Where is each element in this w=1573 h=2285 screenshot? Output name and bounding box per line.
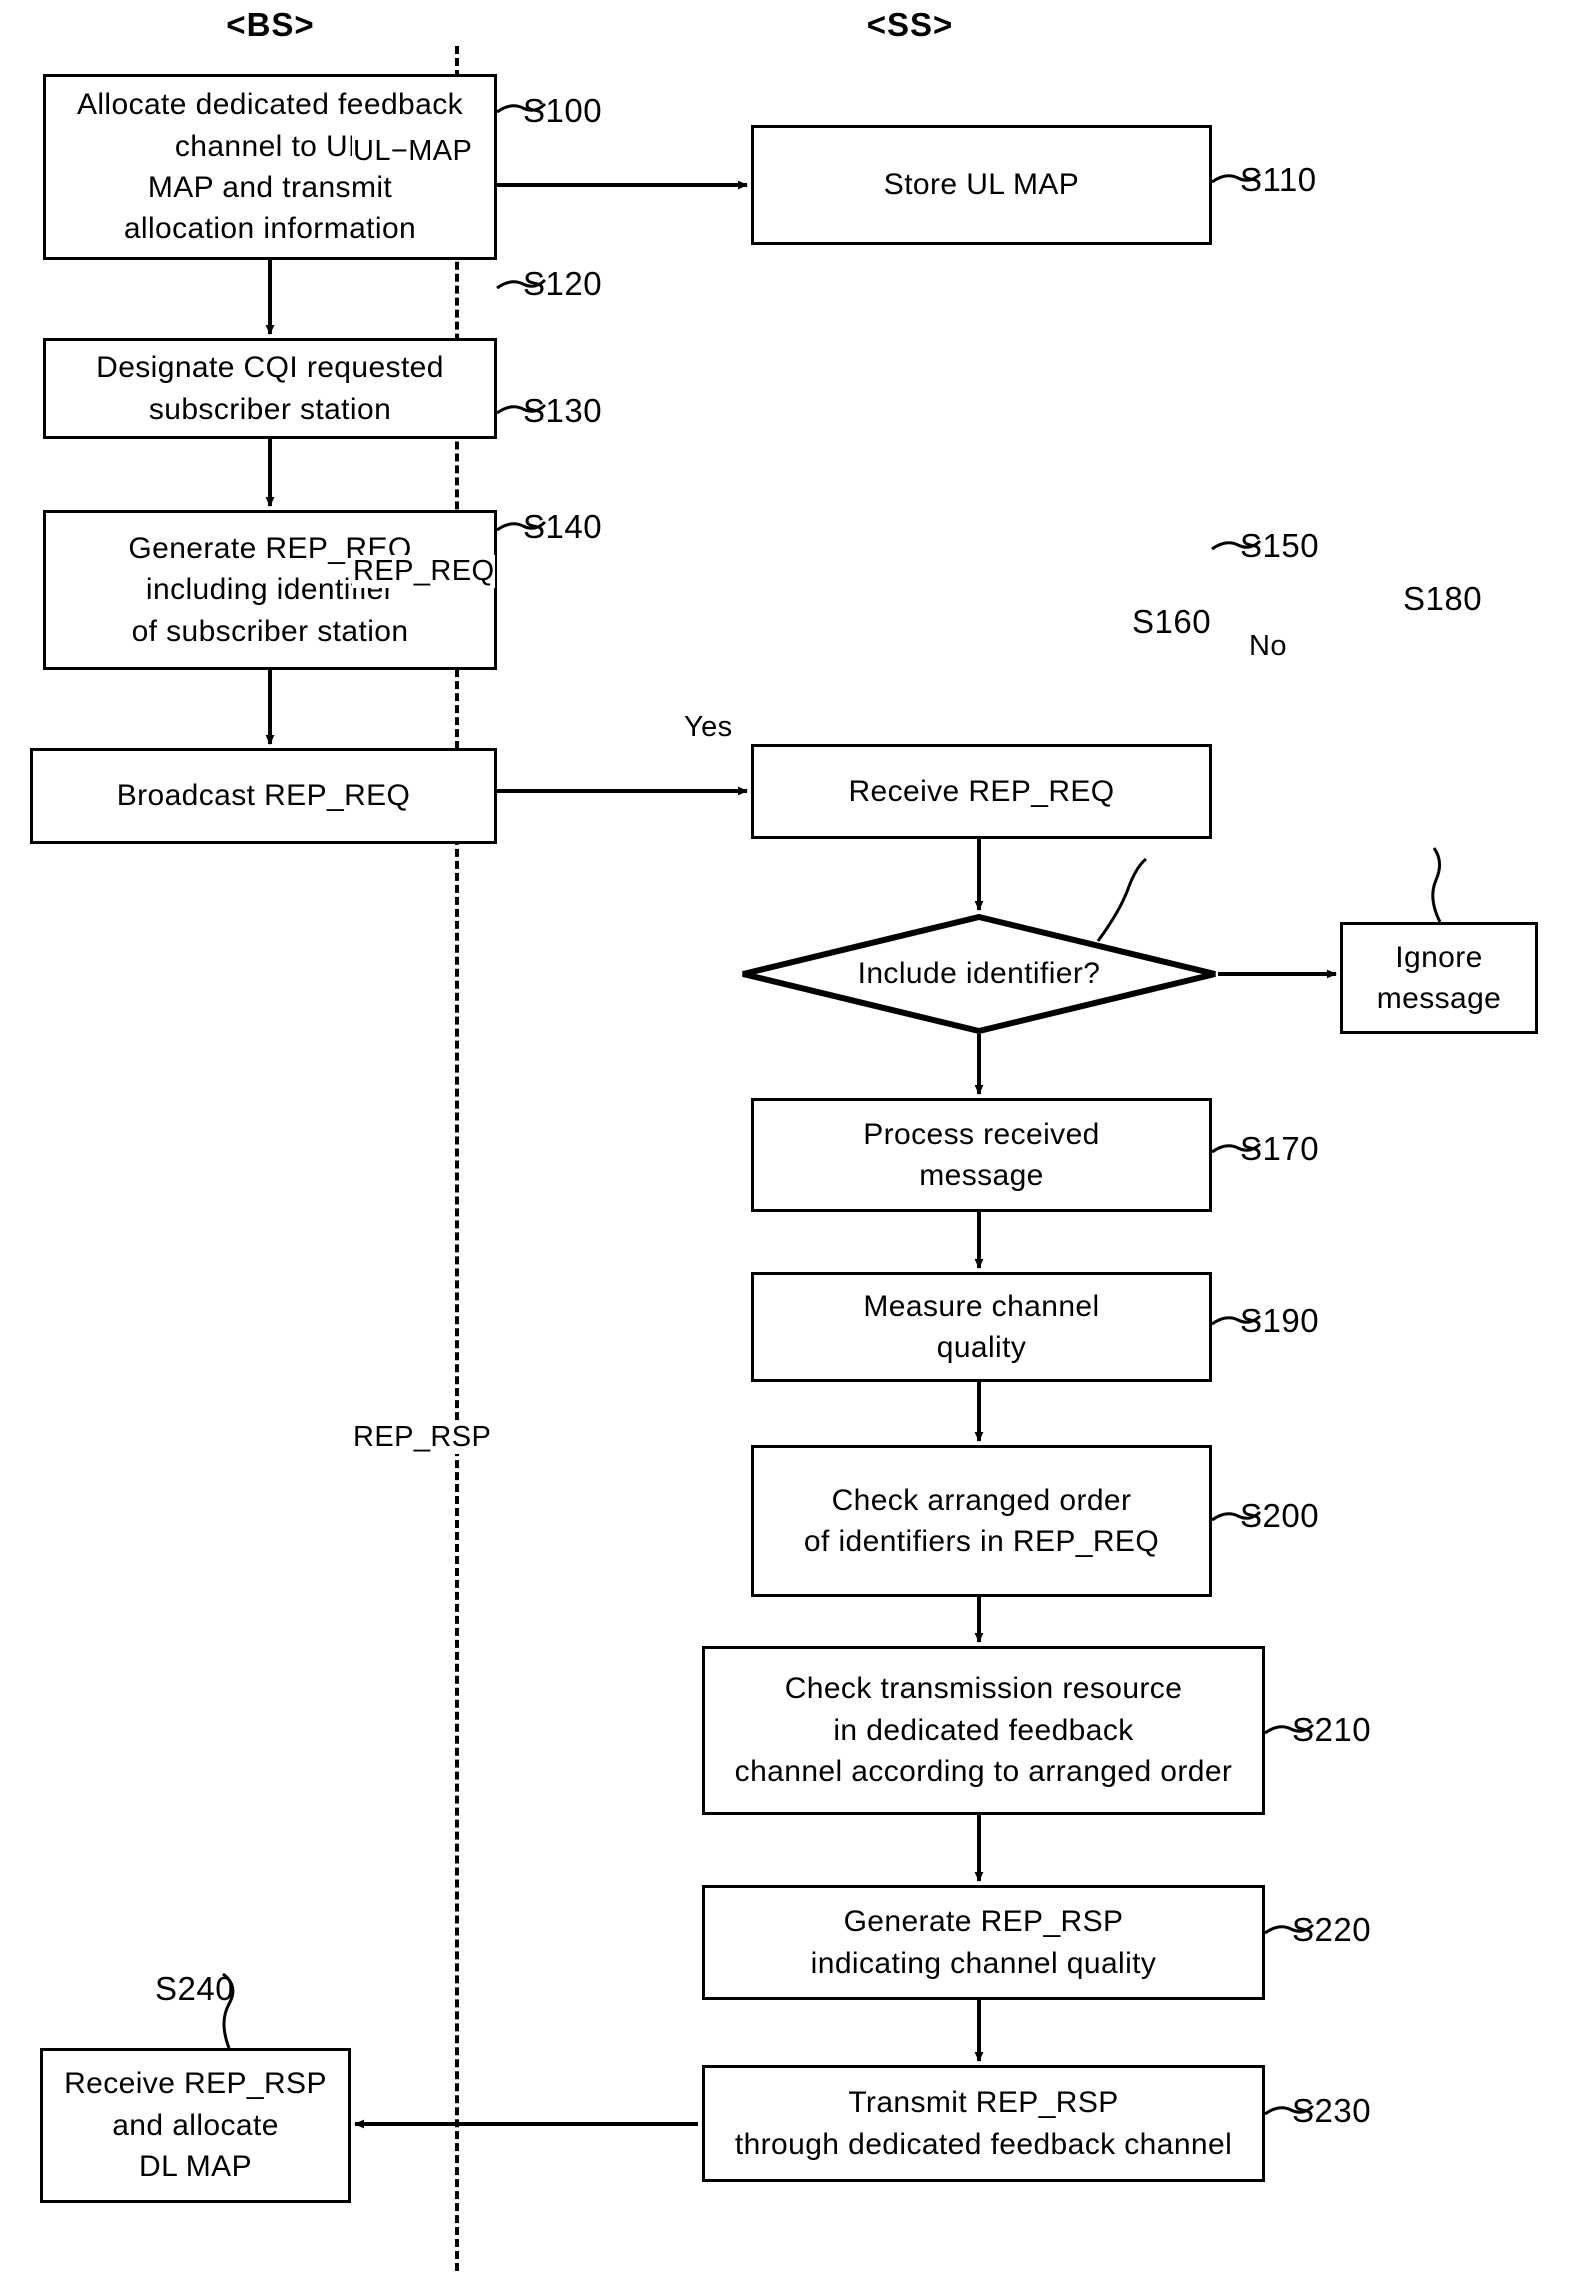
lane-label-ss: <SS> — [866, 6, 954, 43]
step-label-s200: S200 — [1240, 1497, 1320, 1534]
leader-s180 — [1431, 847, 1442, 923]
step-label-s230: S230 — [1292, 2092, 1372, 2129]
node-s190-label: Measure channel quality — [863, 1289, 1100, 1364]
step-label-s130: S130 — [523, 392, 603, 429]
node-s200[interactable]: Check arranged order of identifiers in R… — [751, 1445, 1212, 1597]
node-s210[interactable]: Check transmission resource in dedicated… — [702, 1646, 1265, 1815]
node-s150-label: Receive REP_REQ — [848, 774, 1115, 808]
node-s230[interactable]: Transmit REP_RSP through dedicated feedb… — [702, 2065, 1265, 2182]
step-label-s160: S160 — [1132, 603, 1212, 640]
node-s220[interactable]: Generate REP_RSP indicating channel qual… — [702, 1885, 1265, 2000]
node-s140-label: Broadcast REP_REQ — [116, 779, 411, 813]
step-label-s210: S210 — [1292, 1711, 1372, 1748]
node-s230-label: Transmit REP_RSP through dedicated feedb… — [734, 2086, 1233, 2161]
node-s120-label: Designate CQI requested subscriber stati… — [96, 351, 444, 426]
step-label-s100: S100 — [523, 92, 603, 129]
node-s160-label: Include identifier? — [857, 957, 1101, 990]
step-label-s140: S140 — [523, 508, 603, 545]
node-s120[interactable]: Designate CQI requested subscriber stati… — [43, 338, 497, 439]
step-label-s240: S240 — [155, 1970, 235, 2007]
step-label-s110: S110 — [1240, 161, 1317, 198]
step-label-s180: S180 — [1403, 580, 1483, 617]
node-s240[interactable]: Receive REP_RSP and allocate DL MAP — [40, 2048, 351, 2203]
node-s170[interactable]: Process received message — [751, 1098, 1212, 1212]
node-s200-label: Check arranged order of identifiers in R… — [803, 1483, 1160, 1558]
step-label-s170: S170 — [1240, 1130, 1320, 1167]
node-s150[interactable]: Receive REP_REQ — [751, 744, 1212, 839]
edge-label-ul-map: UL−MAP — [352, 135, 474, 168]
step-label-s220: S220 — [1292, 1911, 1372, 1948]
node-s110-label: Store UL MAP — [883, 168, 1080, 202]
flowchart-canvas: <BS> <SS> Allocate dedicated feedback ch… — [0, 0, 1573, 2285]
edge-label-rep-rsp: REP_RSP — [352, 1421, 493, 1454]
node-s170-label: Process received message — [863, 1117, 1100, 1192]
node-s160[interactable]: Include identifier? — [740, 914, 1218, 1034]
node-s240-label: Receive REP_RSP and allocate DL MAP — [64, 2067, 327, 2184]
node-s140[interactable]: Broadcast REP_REQ — [30, 748, 497, 844]
node-s110[interactable]: Store UL MAP — [751, 125, 1212, 245]
step-label-s150: S150 — [1240, 527, 1320, 564]
node-s210-label: Check transmission resource in dedicated… — [734, 1672, 1233, 1789]
node-s130[interactable]: Generate REP_REQ including identifier of… — [43, 510, 497, 670]
node-s220-label: Generate REP_RSP indicating channel qual… — [810, 1905, 1157, 1980]
node-s130-label: Generate REP_REQ including identifier of… — [128, 531, 412, 648]
edge-label-rep-req: REP_REQ — [352, 555, 496, 588]
step-label-s120: S120 — [523, 265, 603, 302]
node-s180-label: Ignore message — [1376, 940, 1502, 1015]
lane-label-bs: <BS> — [226, 6, 315, 43]
step-label-s190: S190 — [1240, 1302, 1320, 1339]
node-s180[interactable]: Ignore message — [1340, 922, 1538, 1034]
edge-label-branch-yes: Yes — [683, 711, 734, 744]
edge-label-branch-no: No — [1248, 630, 1288, 663]
node-s190[interactable]: Measure channel quality — [751, 1272, 1212, 1382]
